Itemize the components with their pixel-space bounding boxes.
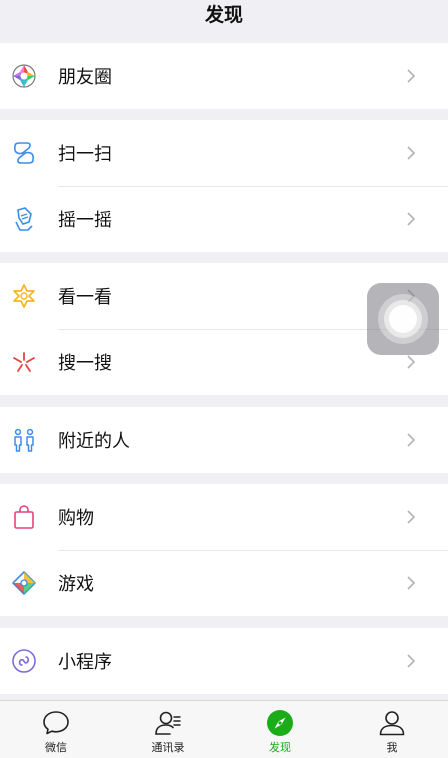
menu-item-people-nearby[interactable]: 附近的人 [0,407,448,473]
menu-group-mini-programs: 小程序 [0,628,448,694]
menu-item-label: 小程序 [58,652,112,673]
menu-group-moments: 朋友圈 [0,43,448,109]
tab-bar: 微信 通讯录 发现 我 [0,700,448,758]
profile-icon [377,708,407,738]
chevron-right-icon [402,210,420,228]
compass-icon [265,708,295,738]
chat-bubble-icon [41,708,71,738]
tab-label: 发现 [269,741,291,754]
nav-header: 发现 [0,0,448,40]
top-stories-icon [10,282,38,310]
page-title: 发现 [204,4,243,26]
menu-item-shake[interactable]: 摇一摇 [0,186,448,252]
chevron-right-icon [402,67,420,85]
menu-item-label: 扫一扫 [58,144,112,165]
contacts-icon [153,708,183,738]
assistive-touch-button[interactable] [367,283,439,355]
search-icon [10,348,38,376]
games-icon [10,569,38,597]
shopping-bag-icon [10,503,38,531]
tab-me[interactable]: 我 [336,701,448,758]
menu-item-scan[interactable]: 扫一扫 [0,120,448,186]
chevron-right-icon [402,652,420,670]
menu-item-label: 购物 [58,508,94,529]
chevron-right-icon [402,144,420,162]
tab-label: 通讯录 [151,741,185,754]
moments-icon [10,62,38,90]
menu-item-label: 看一看 [58,287,112,308]
shake-icon [10,205,38,233]
tab-contacts[interactable]: 通讯录 [112,701,224,758]
menu-item-moments[interactable]: 朋友圈 [0,43,448,109]
tab-discover[interactable]: 发现 [224,701,336,758]
tab-label: 微信 [45,741,67,754]
menu-item-games[interactable]: 游戏 [0,550,448,616]
tab-chats[interactable]: 微信 [0,701,112,758]
menu-group-nearby: 附近的人 [0,407,448,473]
menu-group-shop-games: 购物 游戏 [0,484,448,616]
chevron-right-icon [402,353,420,371]
menu-group-scan-shake: 扫一扫 摇一摇 [0,120,448,252]
menu-item-label: 朋友圈 [58,67,112,88]
menu-item-label: 搜一搜 [58,353,112,374]
menu-item-shopping[interactable]: 购物 [0,484,448,550]
chevron-right-icon [402,431,420,449]
menu-item-mini-programs[interactable]: 小程序 [0,628,448,694]
menu-item-label: 游戏 [58,574,94,595]
scan-icon [10,139,38,167]
chevron-right-icon [402,574,420,592]
tab-label: 我 [386,741,398,754]
menu-item-label: 摇一摇 [58,210,112,231]
mini-programs-icon [10,647,38,675]
people-nearby-icon [10,426,38,454]
chevron-right-icon [402,508,420,526]
menu-item-label: 附近的人 [58,431,130,452]
